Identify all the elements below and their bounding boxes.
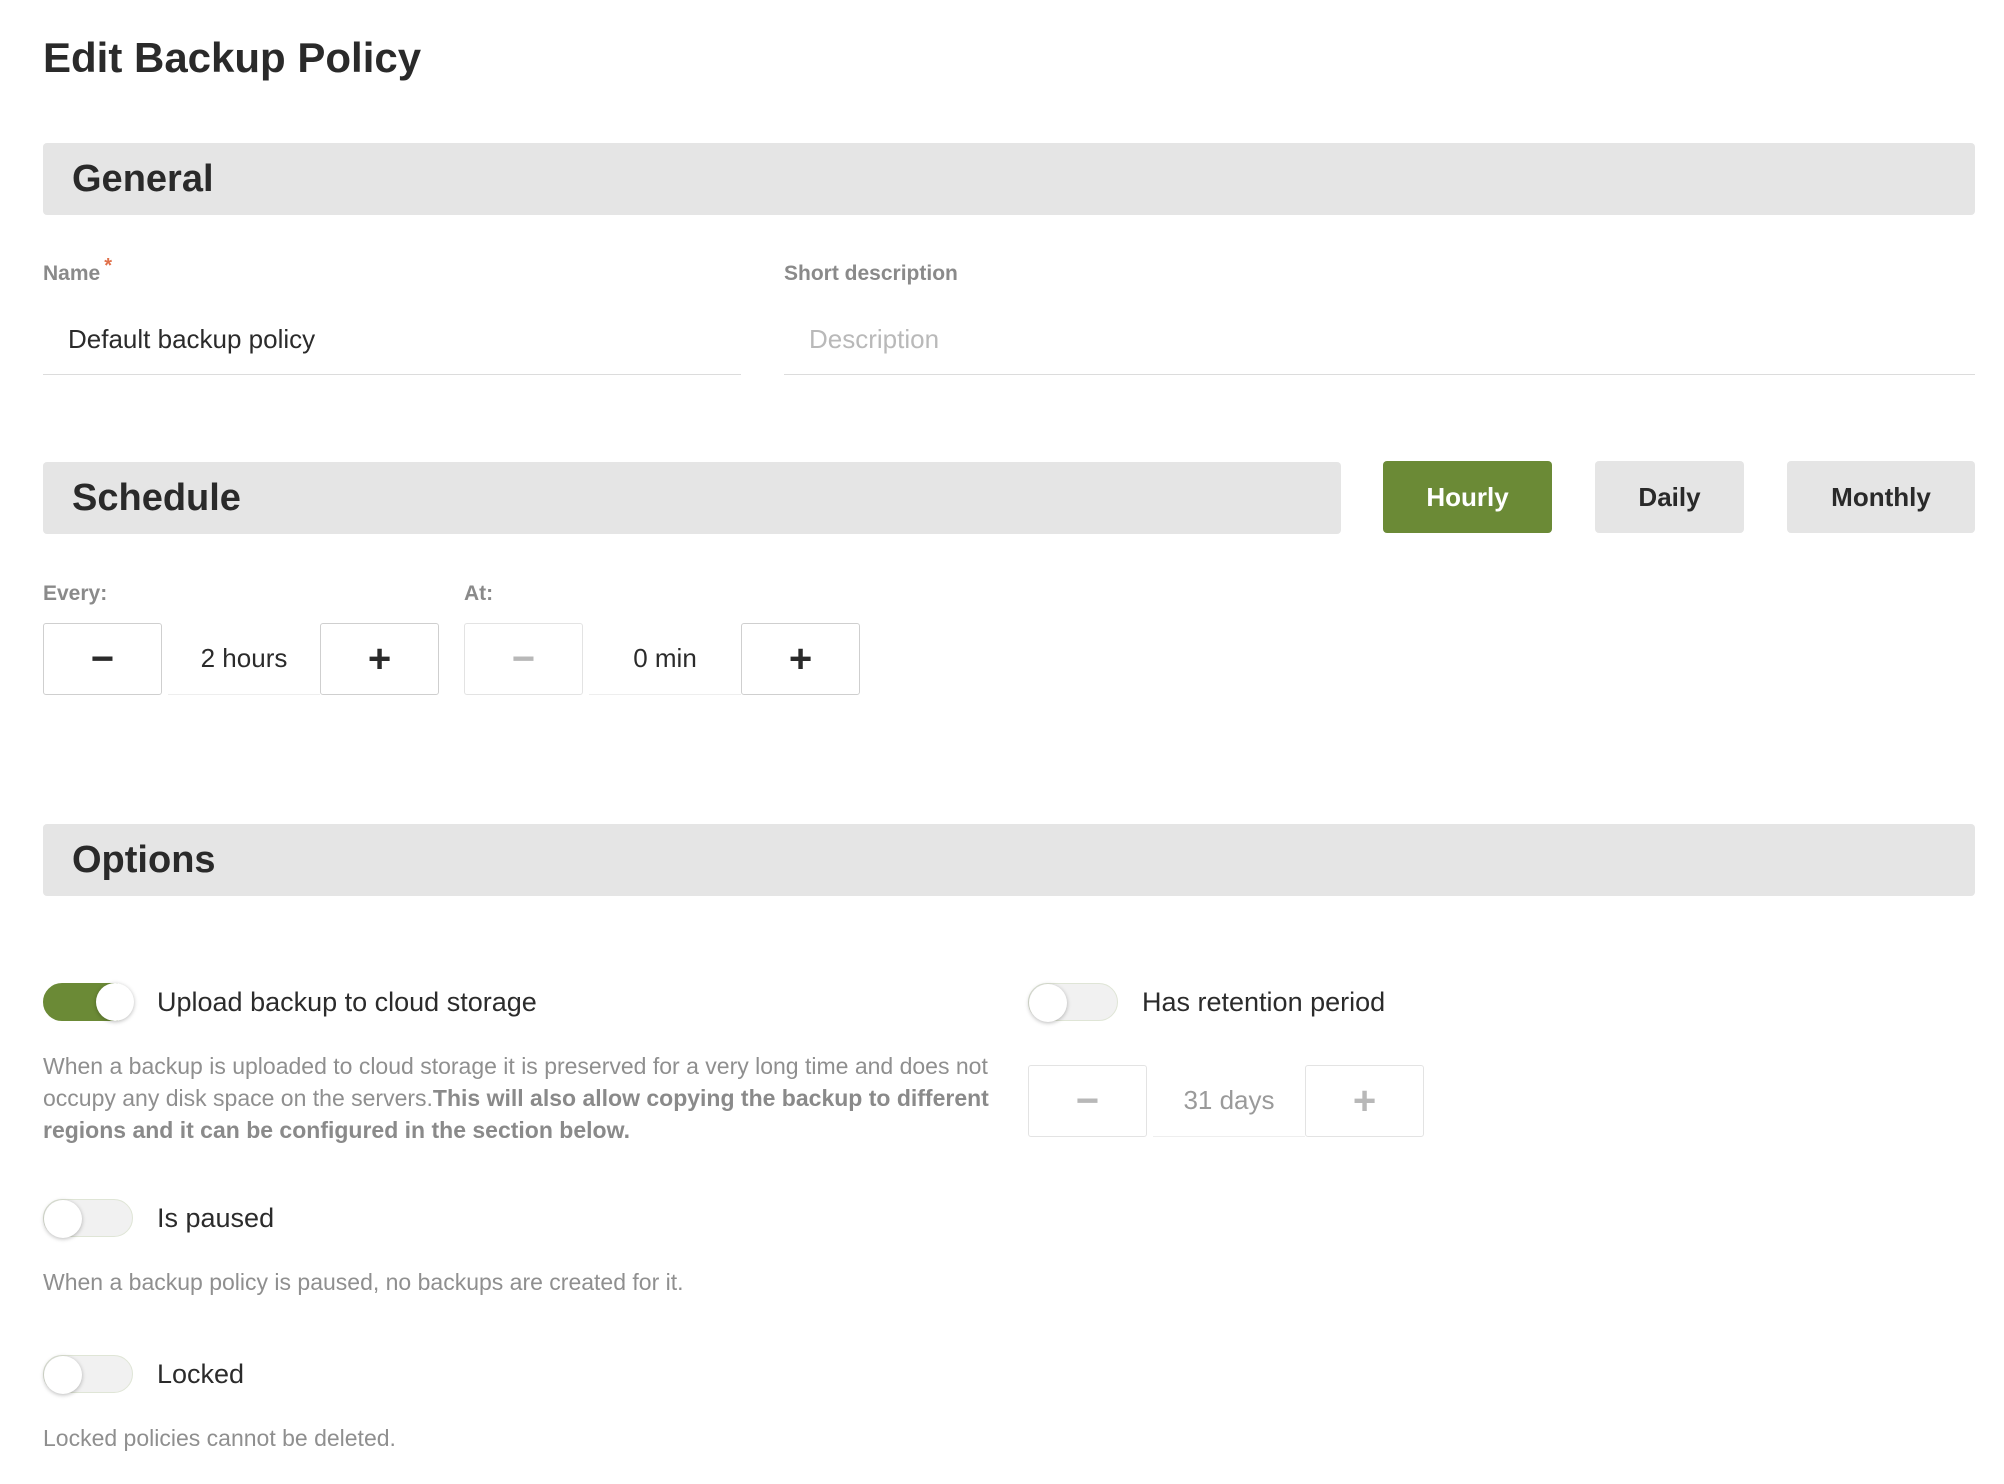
monthly-button[interactable]: Monthly xyxy=(1787,461,1975,533)
locked-help: Locked policies cannot be deleted. xyxy=(43,1425,396,1451)
required-marker: * xyxy=(104,255,112,277)
at-label: At: xyxy=(464,582,494,605)
retention-decrement-button[interactable]: − xyxy=(1028,1065,1147,1137)
hourly-button[interactable]: Hourly xyxy=(1383,461,1552,533)
general-section-title: General xyxy=(72,157,214,200)
retention-increment-button[interactable]: + xyxy=(1305,1065,1424,1137)
minus-icon: − xyxy=(90,636,115,681)
is-paused-toggle[interactable] xyxy=(43,1199,133,1238)
minus-icon: − xyxy=(511,636,536,681)
short-description-input[interactable] xyxy=(784,305,1975,375)
options-section-title: Options xyxy=(72,838,216,881)
page-title: Edit Backup Policy xyxy=(43,34,422,81)
toggle-knob xyxy=(1029,984,1067,1022)
name-label: Name * xyxy=(43,255,112,286)
retention-value: 31 days xyxy=(1153,1065,1305,1137)
options-section-header: Options xyxy=(43,824,1975,896)
name-label-text: Name xyxy=(43,262,101,285)
schedule-section-header: Schedule xyxy=(43,462,1341,534)
plus-icon: + xyxy=(1352,1078,1377,1123)
short-description-label: Short description xyxy=(784,262,958,285)
upload-cloud-toggle[interactable] xyxy=(43,983,134,1021)
at-value: 0 min xyxy=(589,623,741,695)
upload-cloud-label: Upload backup to cloud storage xyxy=(157,987,537,1017)
at-decrement-button[interactable]: − xyxy=(464,623,583,695)
every-label: Every: xyxy=(43,582,108,605)
every-decrement-button[interactable]: − xyxy=(43,623,162,695)
every-increment-button[interactable]: + xyxy=(320,623,439,695)
general-section-header: General xyxy=(43,143,1975,215)
retention-period-toggle[interactable] xyxy=(1028,983,1118,1022)
toggle-knob xyxy=(96,983,134,1021)
edit-backup-policy-page: Edit Backup Policy General Name* Short d… xyxy=(0,0,2004,1484)
is-paused-label: Is paused xyxy=(157,1203,275,1233)
plus-icon: + xyxy=(367,636,392,681)
upload-cloud-help: When a backup is uploaded to cloud stora… xyxy=(43,1050,1003,1146)
plus-icon: + xyxy=(788,636,813,681)
toggle-knob xyxy=(44,1200,82,1238)
toggle-knob xyxy=(44,1356,82,1394)
at-increment-button[interactable]: + xyxy=(741,623,860,695)
minus-icon: − xyxy=(1075,1078,1100,1123)
is-paused-help: When a backup policy is paused, no backu… xyxy=(43,1269,684,1295)
locked-toggle[interactable] xyxy=(43,1355,133,1394)
locked-label: Locked xyxy=(157,1359,245,1389)
name-input[interactable] xyxy=(43,305,741,375)
retention-period-label: Has retention period xyxy=(1142,987,1386,1017)
daily-button[interactable]: Daily xyxy=(1595,461,1744,533)
schedule-section-title: Schedule xyxy=(72,476,241,519)
every-value: 2 hours xyxy=(168,623,320,695)
